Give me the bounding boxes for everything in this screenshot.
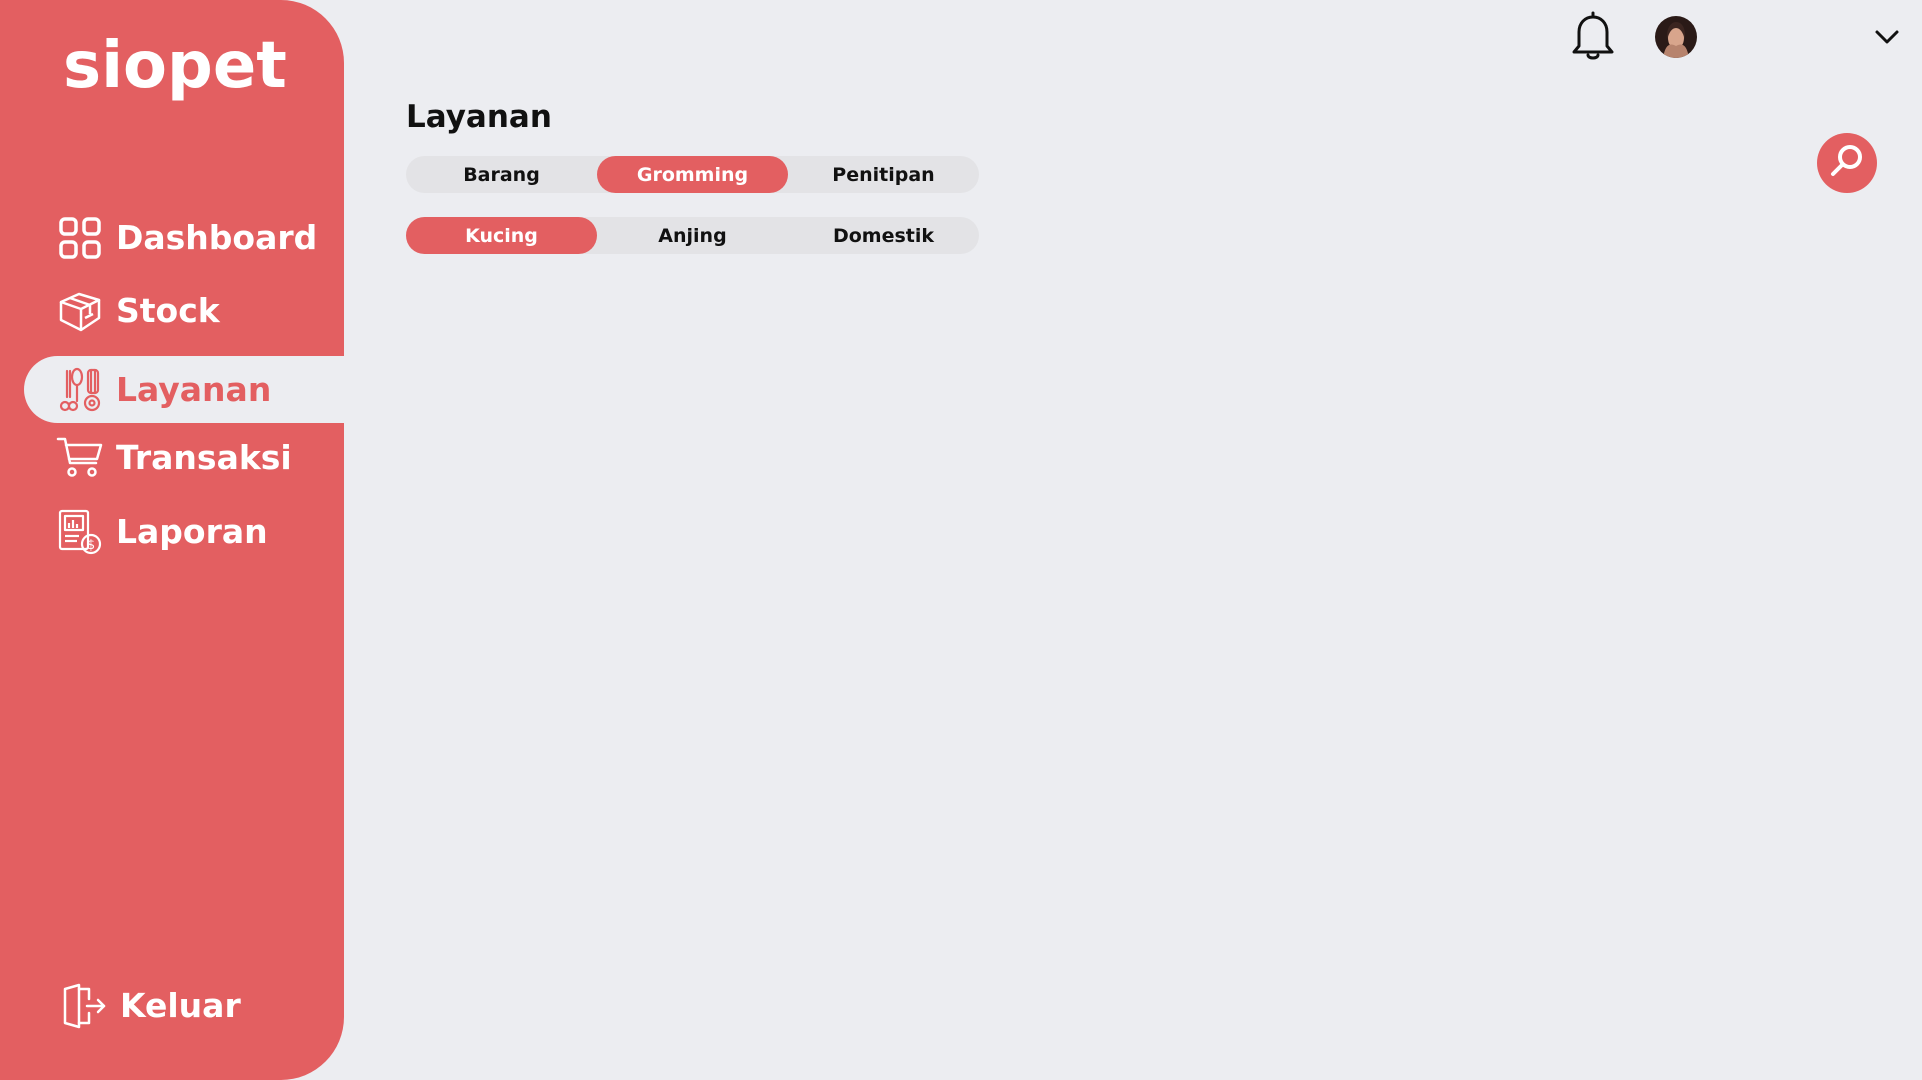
category-tabs: Barang Gromming Penitipan xyxy=(406,156,979,193)
logout-button[interactable]: Keluar xyxy=(24,972,344,1039)
bell-icon[interactable] xyxy=(1569,10,1617,62)
sidebar-item-label: Stock xyxy=(116,291,220,330)
sidebar-item-label: Transaksi xyxy=(116,438,292,477)
shopping-cart-icon xyxy=(56,434,104,482)
logout-icon xyxy=(60,982,108,1030)
box-icon xyxy=(56,287,104,335)
report-icon: $ xyxy=(56,508,104,556)
tab-penitipan[interactable]: Penitipan xyxy=(788,156,979,193)
sidebar-item-label: Layanan xyxy=(116,370,272,409)
sidebar-item-dashboard[interactable]: Dashboard xyxy=(24,204,344,271)
sidebar-item-stock[interactable]: Stock xyxy=(24,277,344,344)
tab-kucing[interactable]: Kucing xyxy=(406,217,597,254)
sidebar: siopet Dashboard Stock Layanan Transaksi… xyxy=(0,0,344,1080)
tab-gromming[interactable]: Gromming xyxy=(597,156,788,193)
page-title: Layanan xyxy=(406,99,552,135)
tab-domestik[interactable]: Domestik xyxy=(788,217,979,254)
animal-tabs: Kucing Anjing Domestik xyxy=(406,217,979,254)
grooming-tools-icon xyxy=(56,366,104,414)
sidebar-item-transaksi[interactable]: Transaksi xyxy=(24,424,344,491)
grid-icon xyxy=(56,214,104,262)
sidebar-item-label: Laporan xyxy=(116,512,268,551)
user-avatar[interactable] xyxy=(1655,16,1697,58)
logout-label: Keluar xyxy=(120,986,241,1025)
sidebar-item-laporan[interactable]: $ Laporan xyxy=(24,498,344,565)
sidebar-item-label: Dashboard xyxy=(116,218,318,257)
search-button[interactable] xyxy=(1817,133,1877,193)
tab-barang[interactable]: Barang xyxy=(406,156,597,193)
svg-text:$: $ xyxy=(87,538,95,553)
tab-anjing[interactable]: Anjing xyxy=(597,217,788,254)
app-root: siopet Dashboard Stock Layanan Transaksi… xyxy=(0,0,1922,1080)
search-icon xyxy=(1827,141,1867,185)
chevron-down-icon[interactable] xyxy=(1874,28,1900,46)
sidebar-item-layanan[interactable]: Layanan xyxy=(24,356,344,423)
app-logo: siopet xyxy=(63,29,287,103)
